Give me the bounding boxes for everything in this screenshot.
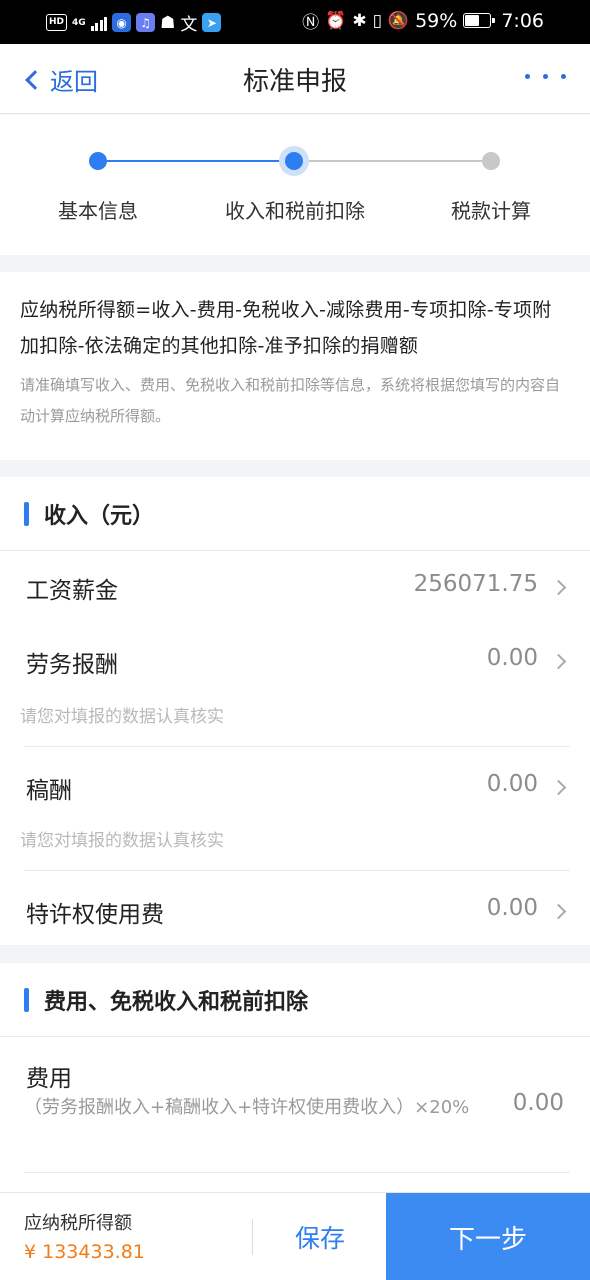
signal-icon — [90, 15, 108, 31]
income-row-royalty[interactable]: 稿酬 0.00 请您对填报的数据认真核实 — [20, 747, 570, 871]
mute-icon: 🔕 — [387, 10, 410, 31]
next-step-button[interactable]: 下一步 — [386, 1193, 590, 1280]
page-title: 标准申报 — [242, 67, 347, 97]
chevron-right-icon — [550, 779, 567, 796]
bluetooth-icon: ✱ — [352, 10, 367, 31]
deduction-section-title: 费用、免税收入和税前扣除 — [44, 990, 309, 1015]
screen: HD 4G ◉ ♫ ☗ 文 ➤ Ⓝ ⏰ ✱ ▯ 🔕 59% 7:06 返回 标准… — [0, 0, 590, 1280]
step-dot-todo — [482, 152, 500, 170]
qq-icon: ☗ — [160, 12, 176, 33]
more-menu-button[interactable] — [525, 74, 566, 79]
progress-stepper: 基本信息 收入和税前扣除 税款计算 — [0, 115, 590, 255]
alarm-icon: ⏰ — [325, 10, 347, 31]
hd-indicator: HD — [46, 14, 68, 31]
app-notification-icon: ◉ — [112, 13, 132, 32]
income-section-title: 收入（元） — [44, 504, 155, 529]
step-dot-current — [279, 146, 309, 176]
status-bar: HD 4G ◉ ♫ ☗ 文 ➤ Ⓝ ⏰ ✱ ▯ 🔕 59% 7:06 — [0, 0, 590, 44]
row-label: 工资薪金 — [26, 578, 118, 604]
more-dot-icon — [525, 74, 530, 79]
tax-app-icon: ➤ — [202, 13, 222, 32]
status-right: Ⓝ ⏰ ✱ ▯ 🔕 59% 7:06 — [302, 8, 544, 34]
divider — [252, 1219, 253, 1255]
music-app-icon: ♫ — [136, 13, 156, 32]
row-hint: 请您对填报的数据认真核实 — [20, 707, 224, 727]
nfc-icon: Ⓝ — [302, 13, 320, 33]
network-type: 4G — [72, 17, 86, 28]
row-value: 0.00 — [486, 645, 538, 671]
vibrate-icon: ▯ — [372, 10, 382, 31]
battery-percent: 59% — [415, 9, 458, 32]
income-row-salary[interactable]: 工资薪金 256071.75 — [24, 551, 570, 625]
step-label-tax-calc: 税款计算 — [451, 199, 531, 223]
income-row-franchise[interactable]: 特许权使用费 0.00 — [24, 871, 570, 945]
section-accent-bar — [24, 988, 29, 1012]
formula-card: 应纳税所得额=收入-费用-免税收入-减除费用-专项扣除-专项附加扣除-依法确定的… — [0, 272, 590, 460]
row-label: 费用 — [26, 1066, 72, 1092]
expense-row[interactable]: 费用 （劳务报酬收入+稿酬收入+特许权使用费收入）×20% 0.00 — [24, 1037, 570, 1173]
step-dot-done — [89, 152, 107, 170]
step-connector-todo — [294, 160, 491, 162]
row-divider — [24, 1172, 570, 1173]
taxable-income-amount: ¥ 133433.81 — [24, 1241, 145, 1263]
bottom-action-bar: 应纳税所得额 ¥ 133433.81 保存 下一步 — [0, 1192, 590, 1280]
row-label: 稿酬 — [26, 778, 72, 804]
row-hint: 请您对填报的数据认真核实 — [20, 831, 224, 851]
clock: 7:06 — [501, 9, 544, 32]
formula-note: 请准确填写收入、费用、免税收入和税前扣除等信息，系统将根据您填写的内容自动计算应… — [20, 376, 561, 425]
row-value: 256071.75 — [413, 571, 538, 597]
chevron-right-icon — [550, 903, 567, 920]
step-connector-done — [98, 160, 294, 162]
more-dot-icon — [561, 74, 566, 79]
step-label-basic-info: 基本信息 — [58, 199, 138, 223]
row-value: 0.00 — [512, 1090, 564, 1116]
row-label: 特许权使用费 — [26, 902, 164, 928]
more-dot-icon — [543, 74, 548, 79]
row-label: 劳务报酬 — [26, 652, 118, 678]
nav-bar: 返回 标准申报 — [0, 44, 590, 114]
income-section-header: 收入（元） — [0, 477, 590, 551]
step-label-income: 收入和税前扣除 — [225, 199, 365, 223]
save-button[interactable]: 保存 — [254, 1193, 386, 1280]
taxable-income-label: 应纳税所得额 — [24, 1213, 132, 1234]
deduction-section-header: 费用、免税收入和税前扣除 — [0, 963, 590, 1037]
chevron-right-icon — [550, 579, 567, 596]
expense-formula: （劳务报酬收入+稿酬收入+特许权使用费收入）×20% — [24, 1097, 470, 1118]
battery-icon — [463, 13, 496, 28]
status-left: HD 4G ◉ ♫ ☗ 文 ➤ — [46, 10, 222, 35]
row-value: 0.00 — [486, 895, 538, 921]
chevron-right-icon — [550, 653, 567, 670]
row-value: 0.00 — [486, 771, 538, 797]
deduction-section: 费用、免税收入和税前扣除 费用 （劳务报酬收入+稿酬收入+特许权使用费收入）×2… — [0, 963, 590, 1192]
translate-icon: 文 — [180, 15, 198, 35]
taxable-income-formula: 应纳税所得额=收入-费用-免税收入-减除费用-专项扣除-专项附加扣除-依法确定的… — [20, 299, 552, 357]
income-row-labor[interactable]: 劳务报酬 0.00 请您对填报的数据认真核实 — [20, 625, 570, 747]
section-accent-bar — [24, 502, 29, 526]
income-section: 收入（元） 工资薪金 256071.75 劳务报酬 0.00 请您对填报的数据认… — [0, 477, 590, 945]
